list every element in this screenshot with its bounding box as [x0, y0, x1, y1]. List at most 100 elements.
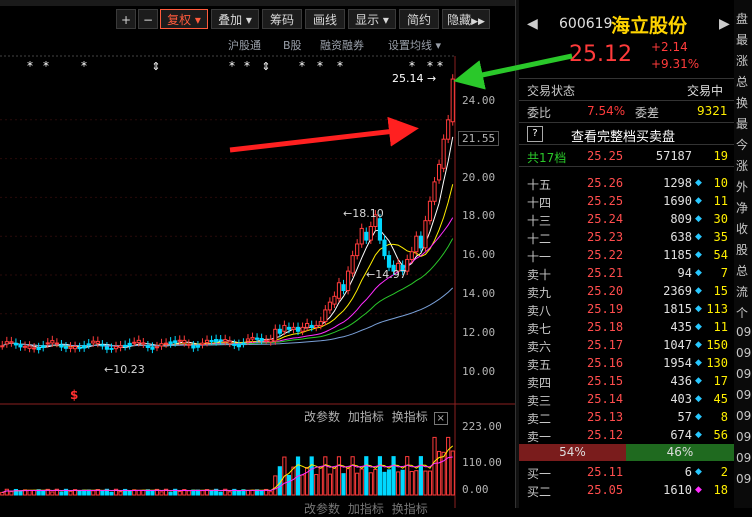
volume-bar — [136, 489, 141, 496]
candle-body — [100, 344, 105, 347]
level-volume: 403 — [670, 392, 692, 406]
divider — [519, 100, 734, 101]
side-label: 09 — [736, 451, 752, 465]
level-count: 11 — [713, 194, 728, 208]
prev-stock-icon[interactable]: ◀ — [527, 16, 538, 32]
sell-level-row: 十五 25.26 1298 ◆ 10 — [519, 174, 734, 192]
volume-toolbar: 改参数 加指标 换指标 × — [304, 408, 448, 425]
volume-bar — [405, 456, 410, 496]
level-count: 18 — [713, 483, 728, 497]
candle-body — [0, 345, 5, 348]
total-levels-num: 19 — [713, 149, 728, 163]
volume-bar — [286, 474, 292, 496]
level-count: 35 — [713, 230, 728, 244]
candle-body — [414, 235, 419, 253]
volume-tick: 0.00 — [462, 483, 489, 496]
candle-body — [427, 200, 433, 222]
updown-arrow-icon: ⇕ — [151, 60, 160, 73]
candle-body — [45, 342, 50, 345]
candle-body — [368, 226, 373, 241]
close-icon[interactable]: × — [433, 412, 448, 425]
candle-body — [450, 78, 455, 123]
kline-chart[interactable]: * * * * * * * * * * * ⇕ ⇕ — [0, 0, 515, 508]
help-icon[interactable]: ? — [527, 126, 543, 142]
volume-bar — [418, 456, 423, 496]
price-tick: 14.00 — [462, 287, 496, 300]
volume-bar — [314, 474, 319, 496]
side-label: 最 — [736, 33, 749, 47]
add-indicator-button[interactable]: 加指标 — [348, 410, 384, 424]
side-label: 外 — [736, 180, 749, 194]
level-count: 54 — [713, 248, 728, 262]
candle-body — [282, 324, 287, 332]
volume-bar — [441, 451, 446, 496]
side-label: 流 — [736, 285, 749, 299]
candle-body — [423, 220, 428, 249]
candle-body — [195, 345, 201, 348]
level-volume: 1610 — [663, 483, 692, 497]
volume-bar — [50, 491, 55, 496]
candle-body — [382, 239, 387, 257]
candle-body — [264, 339, 269, 342]
side-label: 股 — [736, 243, 749, 257]
modify-params-button[interactable]: 改参数 — [304, 410, 340, 424]
full-book-button[interactable]: 查看完整档买卖盘 — [571, 126, 675, 145]
candle-body — [18, 344, 23, 348]
bottom-add-label[interactable]: 加指标 — [348, 502, 384, 516]
level-label: 买二 — [527, 485, 552, 499]
next-stock-icon[interactable]: ▶ — [719, 16, 730, 32]
volume-bar — [168, 491, 173, 496]
sell-level-row: 卖三 25.14 403 ◆ 45 — [519, 390, 734, 408]
star-icon: * — [43, 59, 49, 73]
volume-bar — [300, 474, 305, 496]
candle-body — [232, 343, 237, 346]
sell-level-row: 卖五 25.16 1954 ◆ 130 — [519, 354, 734, 372]
total-levels-price: 25.25 — [587, 149, 624, 163]
volume-bar — [59, 491, 64, 496]
volume-bottom-toolbar: 改参数 加指标 换指标 — [304, 500, 428, 517]
buy-level-row: 买二 25.05 1610 ◆ 18 — [519, 481, 734, 499]
total-levels-label: 共17档 — [527, 151, 567, 165]
volume-bar — [382, 471, 387, 496]
level-count: 30 — [713, 212, 728, 226]
level-price: 25.26 — [587, 176, 624, 190]
bottom-modify-label[interactable]: 改参数 — [304, 502, 340, 516]
level-label: 卖九 — [527, 286, 552, 300]
candle-body — [41, 345, 46, 349]
candle-body — [27, 345, 32, 349]
volume-bar — [186, 490, 191, 496]
volume-bar — [68, 490, 73, 496]
level-price: 25.13 — [587, 410, 624, 424]
level-volume: 6 — [684, 465, 692, 479]
high-marker-value: 18.10 — [352, 207, 384, 220]
bottom-marker: ←10.23 — [104, 363, 145, 376]
volume-bar — [218, 491, 223, 496]
candle-body — [182, 339, 187, 344]
candle-body — [177, 339, 182, 342]
side-label: 09 — [736, 388, 752, 402]
volume-bar — [355, 472, 360, 496]
star-icon: * — [437, 59, 443, 73]
candle-body — [9, 341, 14, 344]
side-label: 净 — [736, 201, 749, 215]
candle-body — [273, 328, 278, 342]
change-indicator-button[interactable]: 换指标 — [392, 410, 428, 424]
candle-body — [364, 231, 369, 241]
level-volume: 1047 — [663, 338, 692, 352]
candle-body — [204, 339, 210, 343]
price-tick: 16.00 — [462, 248, 496, 261]
candle-body — [191, 345, 196, 349]
volume-bar — [291, 466, 296, 496]
volume-bar — [9, 491, 14, 496]
bottom-change-label[interactable]: 换指标 — [392, 502, 428, 516]
sell-level-row: 十三 25.24 809 ◆ 30 — [519, 210, 734, 228]
divider — [519, 122, 734, 123]
candle-body — [127, 342, 132, 347]
volume-bar — [414, 470, 419, 496]
volume-bar — [32, 489, 37, 496]
level-label: 卖三 — [527, 394, 552, 408]
candle-body — [305, 323, 310, 328]
volume-bar — [109, 491, 114, 496]
candle-body — [209, 339, 214, 342]
level-count: 8 — [720, 410, 728, 424]
